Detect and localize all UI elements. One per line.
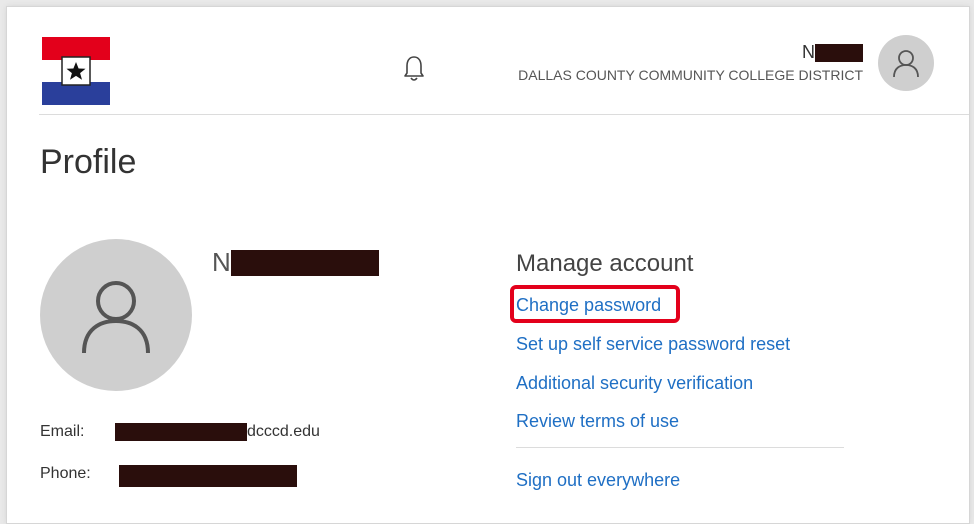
- profile-name-initial: N: [212, 247, 231, 277]
- review-terms-link[interactable]: Review terms of use: [516, 411, 679, 432]
- profile-card: N DALLAS COUNTY COMMUNITY COLLEGE DISTRI…: [6, 6, 970, 524]
- email-value: dcccd.edu: [115, 423, 320, 441]
- header-user-name[interactable]: N: [802, 42, 863, 63]
- header-divider: [39, 114, 969, 115]
- redaction-bar: [230, 249, 379, 276]
- redaction-bar: [115, 423, 247, 441]
- bell-icon[interactable]: [403, 53, 425, 83]
- header-avatar[interactable]: [878, 35, 934, 91]
- sign-out-everywhere-link[interactable]: Sign out everywhere: [516, 470, 680, 491]
- phone-value: [119, 465, 297, 487]
- profile-avatar: [40, 239, 192, 391]
- manage-account-title: Manage account: [516, 250, 694, 277]
- change-password-link[interactable]: Change password: [516, 295, 661, 316]
- additional-security-verification-link[interactable]: Additional security verification: [516, 373, 753, 394]
- page-title: Profile: [40, 143, 137, 181]
- redaction-bar: [119, 465, 297, 487]
- phone-label: Phone:: [40, 465, 91, 482]
- flag-logo-icon[interactable]: [42, 37, 110, 105]
- user-avatar-icon: [82, 281, 150, 354]
- user-avatar-icon: [893, 50, 919, 78]
- manage-divider: [516, 447, 844, 448]
- header-user-initial: N: [802, 42, 815, 62]
- email-label: Email:: [40, 423, 85, 440]
- org-name: DALLAS COUNTY COMMUNITY COLLEGE DISTRICT: [518, 67, 863, 83]
- profile-name: N: [212, 247, 379, 278]
- email-domain: dcccd.edu: [247, 423, 320, 440]
- redaction-bar: [815, 43, 863, 62]
- self-service-password-reset-link[interactable]: Set up self service password reset: [516, 334, 790, 355]
